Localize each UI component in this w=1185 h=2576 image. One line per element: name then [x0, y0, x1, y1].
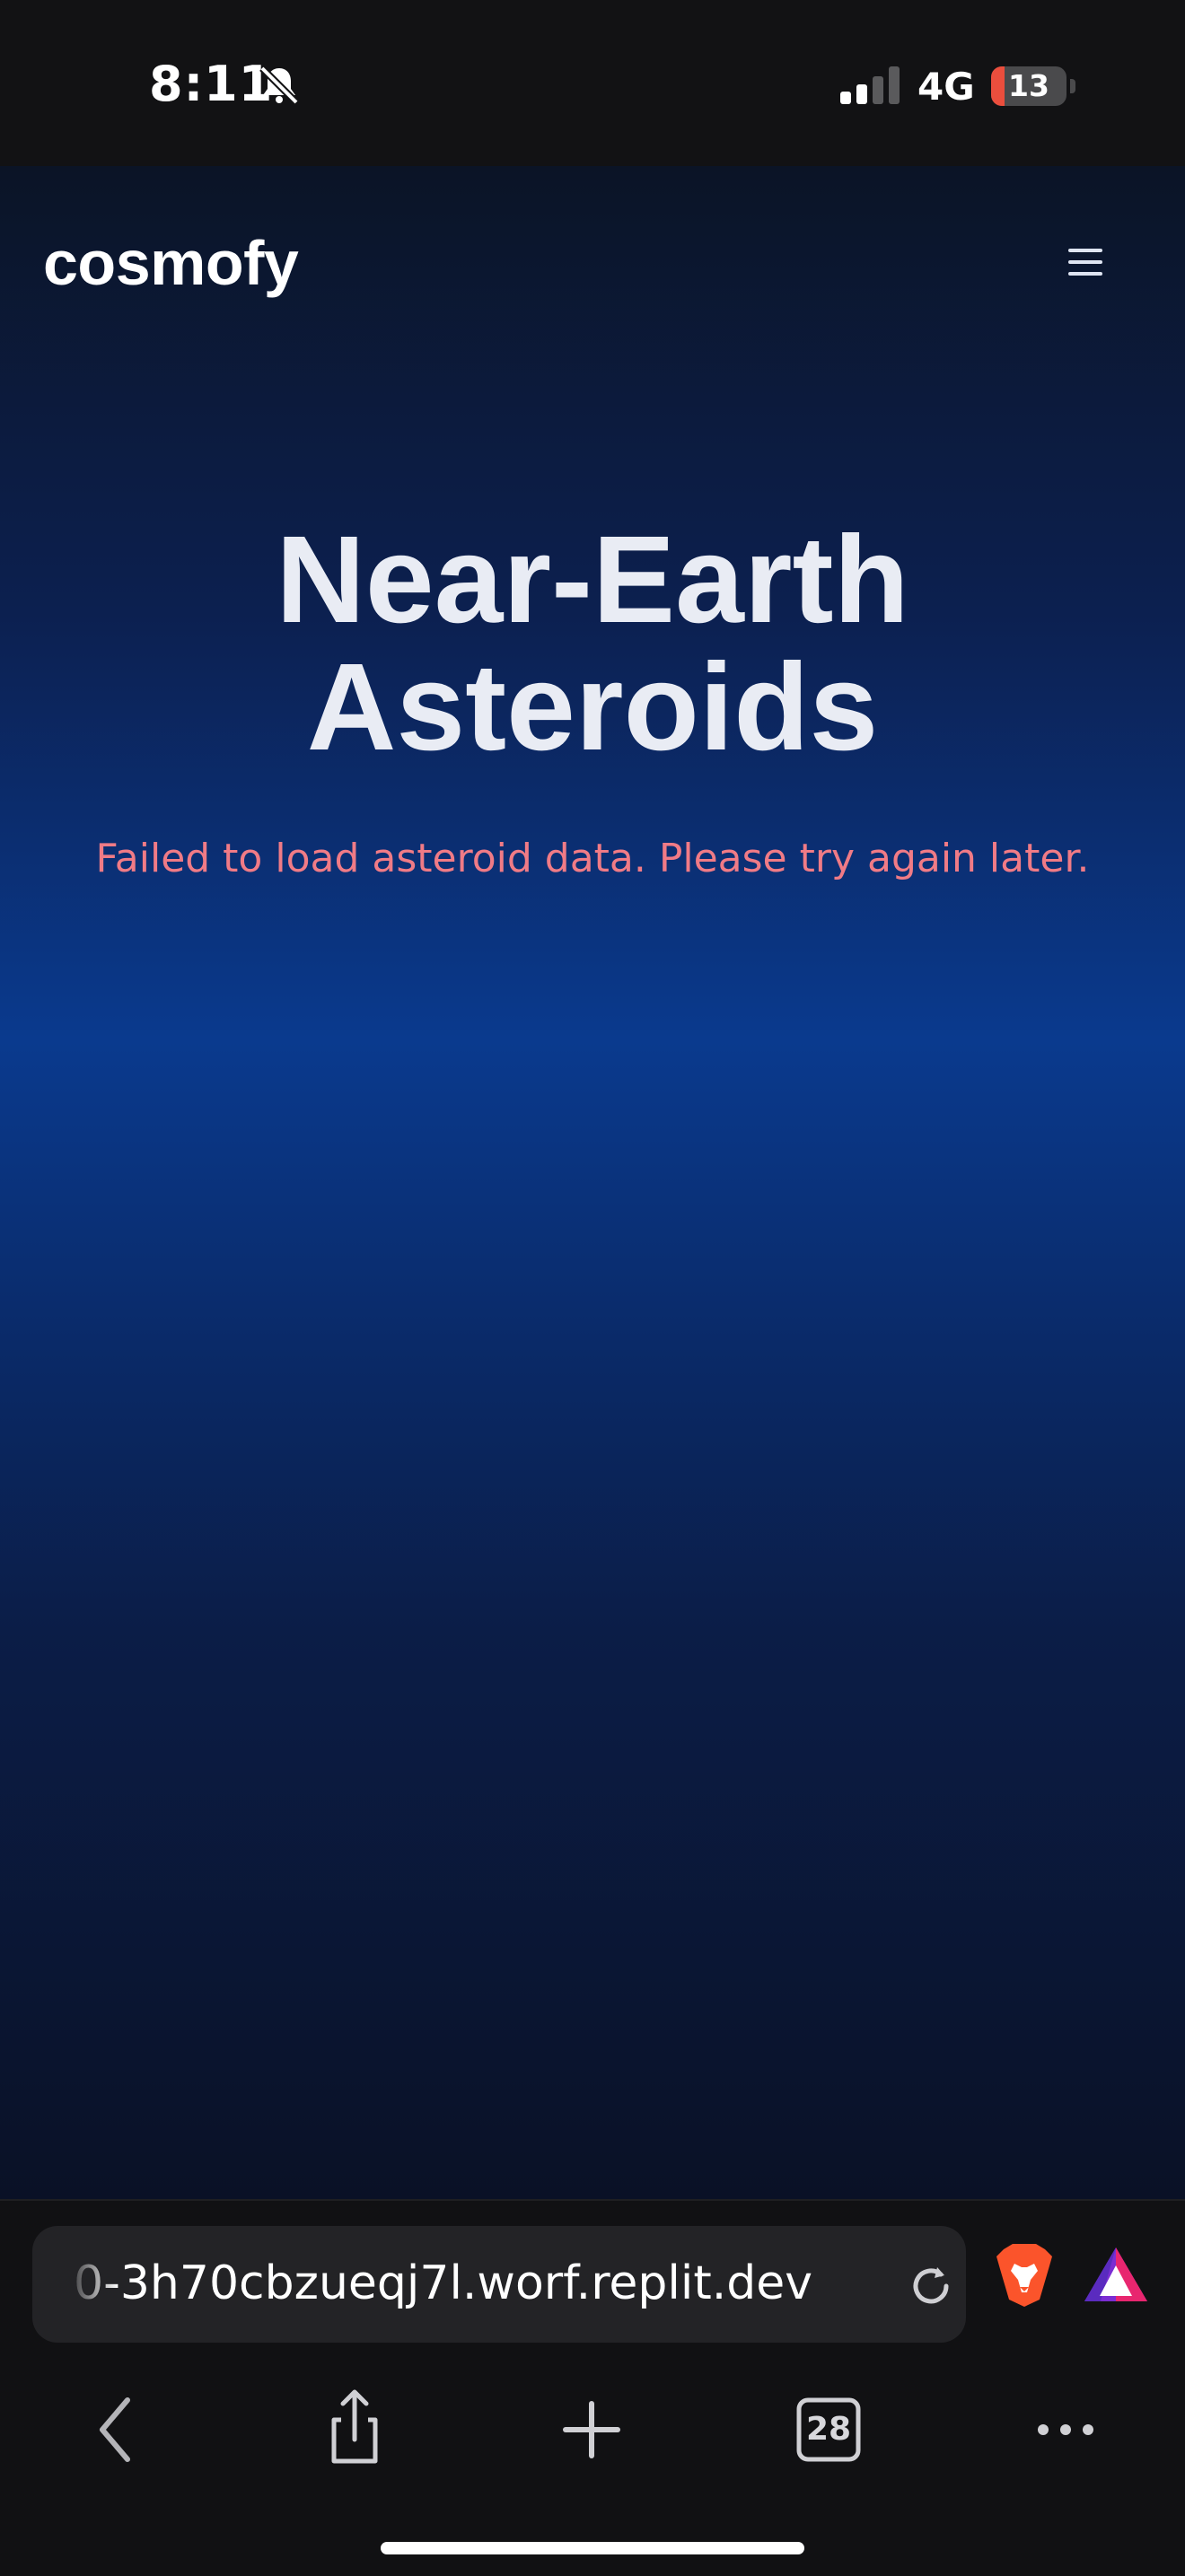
- brave-rewards-icon[interactable]: [1083, 2246, 1149, 2303]
- battery-icon: 13: [991, 66, 1066, 106]
- site-logo[interactable]: cosmofy: [43, 227, 299, 299]
- home-indicator[interactable]: [381, 2542, 804, 2554]
- battery-tip: [1070, 79, 1075, 93]
- url-fade: [65, 2226, 118, 2343]
- tabs-button[interactable]: 28: [779, 2380, 878, 2479]
- browser-toolbar: 0-3h70cbzueqj7l.worf.replit.dev 28: [0, 2199, 1185, 2576]
- share-icon: [331, 2389, 378, 2464]
- hamburger-menu-icon[interactable]: [1068, 249, 1108, 285]
- bell-slash-icon: [259, 66, 299, 105]
- web-content: cosmofy Near-Earth Asteroids Failed to l…: [0, 166, 1185, 2199]
- page-title-line1: Near-Earth: [276, 511, 909, 649]
- new-tab-button[interactable]: [542, 2380, 641, 2479]
- url-text[interactable]: 0-3h70cbzueqj7l.worf.replit.dev: [74, 2256, 864, 2310]
- plus-icon: [563, 2401, 620, 2458]
- back-chevron-icon: [100, 2397, 130, 2462]
- network-type: 4G: [917, 65, 975, 109]
- more-dots-icon: [1038, 2424, 1093, 2435]
- brave-shields-icon[interactable]: [995, 2242, 1054, 2309]
- signal-icon: [840, 66, 900, 104]
- more-button[interactable]: [1016, 2380, 1115, 2479]
- share-button[interactable]: [305, 2380, 404, 2479]
- status-time: 8:11: [149, 56, 274, 112]
- back-button[interactable]: [68, 2380, 167, 2479]
- reload-icon[interactable]: [905, 2260, 957, 2312]
- tabs-count: 28: [805, 2411, 852, 2448]
- battery-level: 13: [1008, 68, 1049, 103]
- status-bar: 8:11 4G 13: [0, 0, 1185, 166]
- address-bar[interactable]: 0-3h70cbzueqj7l.worf.replit.dev: [32, 2226, 966, 2343]
- error-message: Failed to load asteroid data. Please try…: [95, 836, 1090, 881]
- page-title: Near-Earth Asteroids: [54, 516, 1131, 771]
- page-title-line2: Asteroids: [306, 638, 879, 776]
- browser-bottom-toolbar: 28: [0, 2380, 1185, 2479]
